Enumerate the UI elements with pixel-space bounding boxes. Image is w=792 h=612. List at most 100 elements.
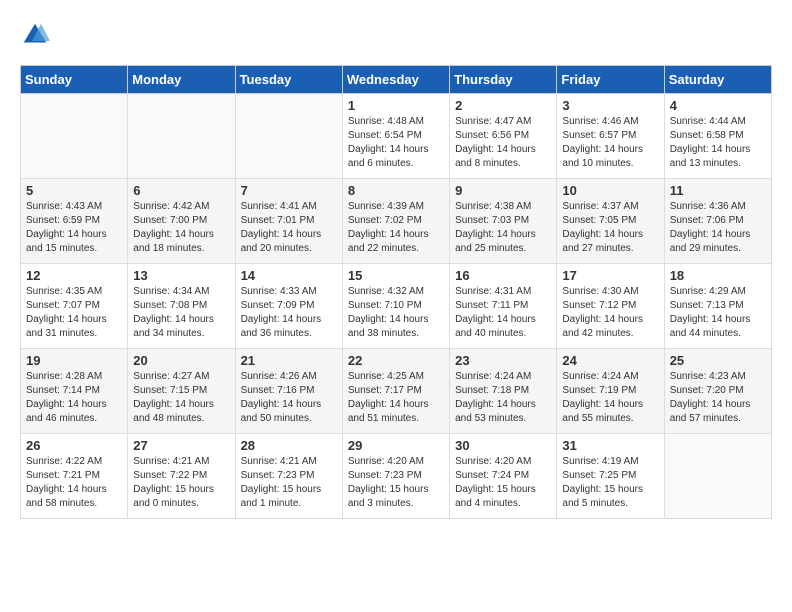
day-info: Sunrise: 4:21 AM Sunset: 7:23 PM Dayligh… (241, 455, 337, 511)
day-number: 11 (670, 183, 766, 198)
day-number: 4 (670, 98, 766, 113)
week-row-2: 5Sunrise: 4:43 AM Sunset: 6:59 PM Daylig… (21, 179, 772, 264)
calendar-cell (235, 94, 342, 179)
day-number: 20 (133, 353, 229, 368)
week-row-5: 26 Sunrise: 4:22 AM Sunset: 7:21 PM Dayli… (21, 434, 772, 519)
day-number: 9 (455, 183, 551, 198)
day-number: 6 (133, 183, 229, 198)
day-info: Sunrise: 4:48 AM Sunset: 6:54 PM Dayligh… (348, 115, 444, 171)
day-info: Sunrise: 4:25 AM Sunset: 7:17 PM Dayligh… (348, 370, 444, 426)
day-number: 27 (133, 438, 229, 453)
calendar-cell: 12 Sunrise: 4:35 AM Sunset: 7:07 PM Dayli… (21, 264, 128, 349)
calendar-cell: 4 Sunrise: 4:44 AM Sunset: 6:58 PM Daylig… (664, 94, 771, 179)
day-number: 23 (455, 353, 551, 368)
calendar-cell: 30Sunrise: 4:20 AM Sunset: 7:24 PM Dayli… (450, 434, 557, 519)
day-number: 12 (26, 268, 122, 283)
calendar-cell: 25 Sunrise: 4:23 AM Sunset: 7:20 PM Dayli… (664, 349, 771, 434)
week-row-1: 1 Sunrise: 4:48 AM Sunset: 6:54 PM Daylig… (21, 94, 772, 179)
day-info: Sunrise: 4:20 AM Sunset: 7:24 PM Dayligh… (455, 455, 551, 511)
day-info: Sunrise: 4:37 AM Sunset: 7:05 PM Dayligh… (562, 200, 658, 256)
day-number: 1 (348, 98, 444, 113)
day-info: Sunrise: 4:38 AM Sunset: 7:03 PM Dayligh… (455, 200, 551, 256)
calendar-cell (21, 94, 128, 179)
header-cell-friday: Friday (557, 66, 664, 94)
calendar-cell (128, 94, 235, 179)
calendar-cell: 19 Sunrise: 4:28 AM Sunset: 7:14 PM Dayli… (21, 349, 128, 434)
calendar-cell: 14 Sunrise: 4:33 AM Sunset: 7:09 PM Dayli… (235, 264, 342, 349)
day-info: Sunrise: 4:28 AM Sunset: 7:14 PM Dayligh… (26, 370, 122, 426)
calendar-cell: 26 Sunrise: 4:22 AM Sunset: 7:21 PM Dayli… (21, 434, 128, 519)
day-info: Sunrise: 4:19 AM Sunset: 7:25 PM Dayligh… (562, 455, 658, 511)
calendar-cell: 29 Sunrise: 4:20 AM Sunset: 7:23 PM Dayli… (342, 434, 449, 519)
calendar-table: SundayMondayTuesdayWednesdayThursdayFrid… (20, 65, 772, 519)
day-number: 18 (670, 268, 766, 283)
day-info: Sunrise: 4:23 AM Sunset: 7:20 PM Dayligh… (670, 370, 766, 426)
calendar-header: SundayMondayTuesdayWednesdayThursdayFrid… (21, 66, 772, 94)
header-cell-thursday: Thursday (450, 66, 557, 94)
calendar-cell: 15 Sunrise: 4:32 AM Sunset: 7:10 PM Dayli… (342, 264, 449, 349)
calendar-cell: 18 Sunrise: 4:29 AM Sunset: 7:13 PM Dayli… (664, 264, 771, 349)
calendar-cell: 17 Sunrise: 4:30 AM Sunset: 7:12 PM Dayli… (557, 264, 664, 349)
day-number: 15 (348, 268, 444, 283)
day-info: Sunrise: 4:29 AM Sunset: 7:13 PM Dayligh… (670, 285, 766, 341)
day-number: 3 (562, 98, 658, 113)
calendar-cell: 1 Sunrise: 4:48 AM Sunset: 6:54 PM Daylig… (342, 94, 449, 179)
day-info: Sunrise: 4:44 AM Sunset: 6:58 PM Dayligh… (670, 115, 766, 171)
calendar-cell: 7 Sunrise: 4:41 AM Sunset: 7:01 PM Daylig… (235, 179, 342, 264)
day-info: Sunrise: 4:41 AM Sunset: 7:01 PM Dayligh… (241, 200, 337, 256)
week-row-3: 12 Sunrise: 4:35 AM Sunset: 7:07 PM Dayli… (21, 264, 772, 349)
day-number: 13 (133, 268, 229, 283)
page-header (20, 20, 772, 50)
calendar-cell: 16 Sunrise: 4:31 AM Sunset: 7:11 PM Dayli… (450, 264, 557, 349)
week-row-4: 19 Sunrise: 4:28 AM Sunset: 7:14 PM Dayli… (21, 349, 772, 434)
calendar-cell (664, 434, 771, 519)
day-info: Sunrise: 4:24 AM Sunset: 7:19 PM Dayligh… (562, 370, 658, 426)
day-info: Sunrise: 4:36 AM Sunset: 7:06 PM Dayligh… (670, 200, 766, 256)
day-info: Sunrise: 4:22 AM Sunset: 7:21 PM Dayligh… (26, 455, 122, 511)
calendar-cell: 20 Sunrise: 4:27 AM Sunset: 7:15 PM Dayli… (128, 349, 235, 434)
day-number: 29 (348, 438, 444, 453)
day-info: Sunrise: 4:24 AM Sunset: 7:18 PM Dayligh… (455, 370, 551, 426)
day-info: Sunrise: 4:46 AM Sunset: 6:57 PM Dayligh… (562, 115, 658, 171)
day-number: 19 (26, 353, 122, 368)
day-info: Sunrise: 4:30 AM Sunset: 7:12 PM Dayligh… (562, 285, 658, 341)
day-info: Sunrise: 4:47 AM Sunset: 6:56 PM Dayligh… (455, 115, 551, 171)
day-info: Sunrise: 4:31 AM Sunset: 7:11 PM Dayligh… (455, 285, 551, 341)
day-number: 10 (562, 183, 658, 198)
day-info: Sunrise: 4:26 AM Sunset: 7:16 PM Dayligh… (241, 370, 337, 426)
calendar-cell: 10 Sunrise: 4:37 AM Sunset: 7:05 PM Dayli… (557, 179, 664, 264)
day-number: 17 (562, 268, 658, 283)
calendar-body: 1 Sunrise: 4:48 AM Sunset: 6:54 PM Daylig… (21, 94, 772, 519)
calendar-cell: 8Sunrise: 4:39 AM Sunset: 7:02 PM Daylig… (342, 179, 449, 264)
calendar-cell: 22 Sunrise: 4:25 AM Sunset: 7:17 PM Dayli… (342, 349, 449, 434)
calendar-cell: 28 Sunrise: 4:21 AM Sunset: 7:23 PM Dayli… (235, 434, 342, 519)
header-cell-tuesday: Tuesday (235, 66, 342, 94)
header-row: SundayMondayTuesdayWednesdayThursdayFrid… (21, 66, 772, 94)
day-number: 7 (241, 183, 337, 198)
day-info: Sunrise: 4:33 AM Sunset: 7:09 PM Dayligh… (241, 285, 337, 341)
day-number: 26 (26, 438, 122, 453)
day-number: 16 (455, 268, 551, 283)
header-cell-saturday: Saturday (664, 66, 771, 94)
calendar-cell: 5Sunrise: 4:43 AM Sunset: 6:59 PM Daylig… (21, 179, 128, 264)
calendar-cell: 27 Sunrise: 4:21 AM Sunset: 7:22 PM Dayli… (128, 434, 235, 519)
day-info: Sunrise: 4:21 AM Sunset: 7:22 PM Dayligh… (133, 455, 229, 511)
logo-icon (20, 20, 50, 50)
day-info: Sunrise: 4:35 AM Sunset: 7:07 PM Dayligh… (26, 285, 122, 341)
day-number: 21 (241, 353, 337, 368)
day-number: 25 (670, 353, 766, 368)
day-number: 28 (241, 438, 337, 453)
day-info: Sunrise: 4:27 AM Sunset: 7:15 PM Dayligh… (133, 370, 229, 426)
header-cell-wednesday: Wednesday (342, 66, 449, 94)
day-number: 22 (348, 353, 444, 368)
day-number: 8 (348, 183, 444, 198)
day-info: Sunrise: 4:32 AM Sunset: 7:10 PM Dayligh… (348, 285, 444, 341)
day-info: Sunrise: 4:34 AM Sunset: 7:08 PM Dayligh… (133, 285, 229, 341)
day-number: 14 (241, 268, 337, 283)
day-number: 24 (562, 353, 658, 368)
day-info: Sunrise: 4:43 AM Sunset: 6:59 PM Dayligh… (26, 200, 122, 256)
calendar-cell: 21 Sunrise: 4:26 AM Sunset: 7:16 PM Dayli… (235, 349, 342, 434)
day-number: 31 (562, 438, 658, 453)
day-info: Sunrise: 4:20 AM Sunset: 7:23 PM Dayligh… (348, 455, 444, 511)
calendar-cell: 11 Sunrise: 4:36 AM Sunset: 7:06 PM Dayli… (664, 179, 771, 264)
